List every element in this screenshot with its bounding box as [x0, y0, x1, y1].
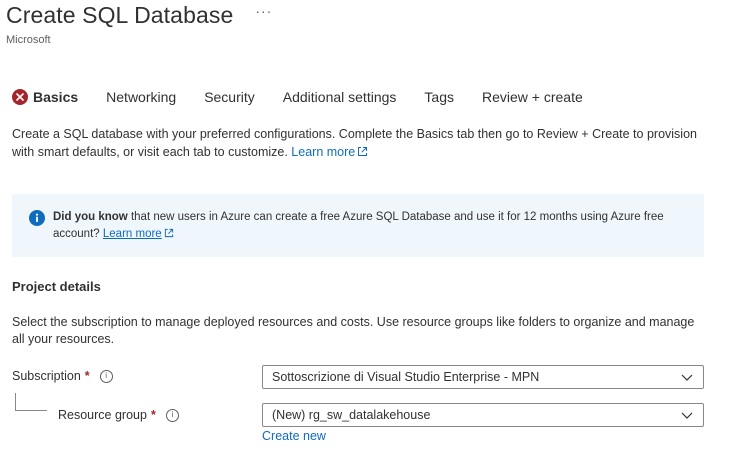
tab-label: Review + create [481, 89, 583, 105]
tab-basics[interactable]: Basics [12, 89, 78, 105]
chevron-down-icon [671, 412, 703, 419]
required-marker: * [84, 369, 90, 383]
tab-additional-settings[interactable]: Additional settings [283, 89, 397, 105]
info-learn-more-label: Learn more [102, 228, 162, 240]
tab-security[interactable]: Security [204, 89, 255, 105]
error-icon [12, 89, 28, 105]
tab-bar: Basics Networking Security Additional se… [12, 86, 611, 108]
create-new-resource-group-link[interactable]: Create new [262, 429, 326, 443]
info-text-block: Did you know that new users in Azure can… [53, 209, 693, 243]
tree-connector-vertical [15, 393, 16, 410]
chevron-down-icon [671, 374, 703, 381]
project-details-heading: Project details [12, 279, 101, 294]
info-icon [29, 210, 45, 226]
publisher-label: Microsoft [6, 34, 51, 46]
page-title: Create SQL Database [6, 2, 234, 28]
tab-label: Tags [424, 89, 454, 105]
resource-group-label-row: Resource group * i [58, 408, 179, 422]
subscription-dropdown[interactable]: Sottoscrizione di Visual Studio Enterpri… [262, 365, 704, 389]
subscription-value: Sottoscrizione di Visual Studio Enterpri… [272, 370, 540, 384]
create-sql-database-page: Create SQL Database ··· Microsoft Basics… [0, 0, 729, 469]
tab-tags[interactable]: Tags [424, 89, 454, 105]
info-help-icon[interactable]: i [99, 369, 113, 383]
required-marker: * [150, 408, 156, 422]
external-link-icon [164, 228, 173, 238]
tree-connector-horizontal [15, 410, 47, 411]
tab-label: Networking [106, 89, 177, 105]
intro-text-block: Create a SQL database with your preferre… [12, 125, 702, 161]
resource-group-dropdown[interactable]: (New) rg_sw_datalakehouse [262, 403, 704, 427]
info-bold-text: Did you know [53, 211, 128, 223]
tab-label: Additional settings [282, 89, 397, 105]
project-details-description: Select the subscription to manage deploy… [12, 315, 695, 346]
info-banner: Did you know that new users in Azure can… [12, 194, 704, 257]
subscription-label-row: Subscription * i [12, 369, 113, 383]
intro-learn-more-link[interactable]: Learn more [291, 145, 368, 159]
info-help-icon[interactable]: i [165, 408, 179, 422]
intro-learn-more-label: Learn more [291, 145, 356, 159]
external-link-icon [358, 147, 368, 156]
resource-group-value: (New) rg_sw_datalakehouse [272, 408, 431, 422]
resource-group-label: Resource group [58, 408, 147, 422]
subscription-label: Subscription [12, 369, 81, 383]
more-options-icon[interactable]: ··· [255, 4, 272, 18]
tab-networking[interactable]: Networking [106, 89, 176, 105]
title-row: Create SQL Database ··· [6, 2, 272, 29]
tab-label: Security [204, 89, 255, 105]
tab-label: Basics [33, 89, 79, 105]
tab-review-create[interactable]: Review + create [482, 89, 583, 105]
info-learn-more-link[interactable]: Learn more [103, 228, 174, 240]
